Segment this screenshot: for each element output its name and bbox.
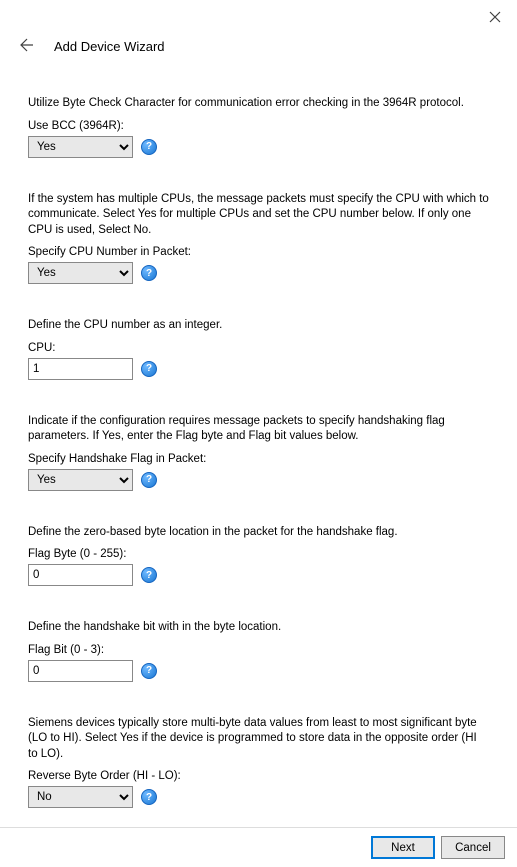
back-button[interactable]: [16, 36, 36, 56]
label-cpunum: Specify CPU Number in Packet:: [28, 246, 489, 258]
desc-bcc: Utilize Byte Check Character for communi…: [28, 96, 489, 112]
input-flagbyte[interactable]: [28, 564, 133, 586]
select-cpunum[interactable]: YesNo: [28, 262, 133, 284]
section-cpunum: If the system has multiple CPUs, the mes…: [28, 192, 489, 285]
input-cpu[interactable]: [28, 358, 133, 380]
desc-revbyte: Siemens devices typically store multi-by…: [28, 716, 489, 763]
label-revbyte: Reverse Byte Order (HI - LO):: [28, 770, 489, 782]
label-bcc: Use BCC (3964R):: [28, 120, 489, 132]
help-icon[interactable]: ?: [141, 567, 157, 583]
help-icon[interactable]: ?: [141, 472, 157, 488]
section-flagbyte: Define the zero-based byte location in t…: [28, 525, 489, 587]
content: Utilize Byte Check Character for communi…: [0, 64, 517, 852]
input-flagbit[interactable]: [28, 660, 133, 682]
label-hsflag: Specify Handshake Flag in Packet:: [28, 453, 489, 465]
help-icon[interactable]: ?: [141, 789, 157, 805]
desc-cpunum: If the system has multiple CPUs, the mes…: [28, 192, 489, 239]
section-flagbit: Define the handshake bit with in the byt…: [28, 620, 489, 682]
section-bcc: Utilize Byte Check Character for communi…: [28, 96, 489, 158]
desc-hsflag: Indicate if the configuration requires m…: [28, 414, 489, 445]
page-title: Add Device Wizard: [54, 39, 165, 54]
select-hsflag[interactable]: YesNo: [28, 469, 133, 491]
header: Add Device Wizard: [0, 0, 517, 64]
desc-cpu: Define the CPU number as an integer.: [28, 318, 489, 334]
cancel-button[interactable]: Cancel: [441, 836, 505, 859]
label-flagbyte: Flag Byte (0 - 255):: [28, 548, 489, 560]
section-hsflag: Indicate if the configuration requires m…: [28, 414, 489, 491]
footer: Next Cancel: [0, 827, 517, 867]
select-bcc[interactable]: YesNo: [28, 136, 133, 158]
help-icon[interactable]: ?: [141, 663, 157, 679]
section-revbyte: Siemens devices typically store multi-by…: [28, 716, 489, 809]
help-icon[interactable]: ?: [141, 265, 157, 281]
section-cpu: Define the CPU number as an integer. CPU…: [28, 318, 489, 380]
label-flagbit: Flag Bit (0 - 3):: [28, 644, 489, 656]
help-icon[interactable]: ?: [141, 139, 157, 155]
desc-flagbyte: Define the zero-based byte location in t…: [28, 525, 489, 541]
label-cpu: CPU:: [28, 342, 489, 354]
close-button[interactable]: [485, 8, 505, 28]
help-icon[interactable]: ?: [141, 361, 157, 377]
desc-flagbit: Define the handshake bit with in the byt…: [28, 620, 489, 636]
next-button[interactable]: Next: [371, 836, 435, 859]
select-revbyte[interactable]: YesNo: [28, 786, 133, 808]
